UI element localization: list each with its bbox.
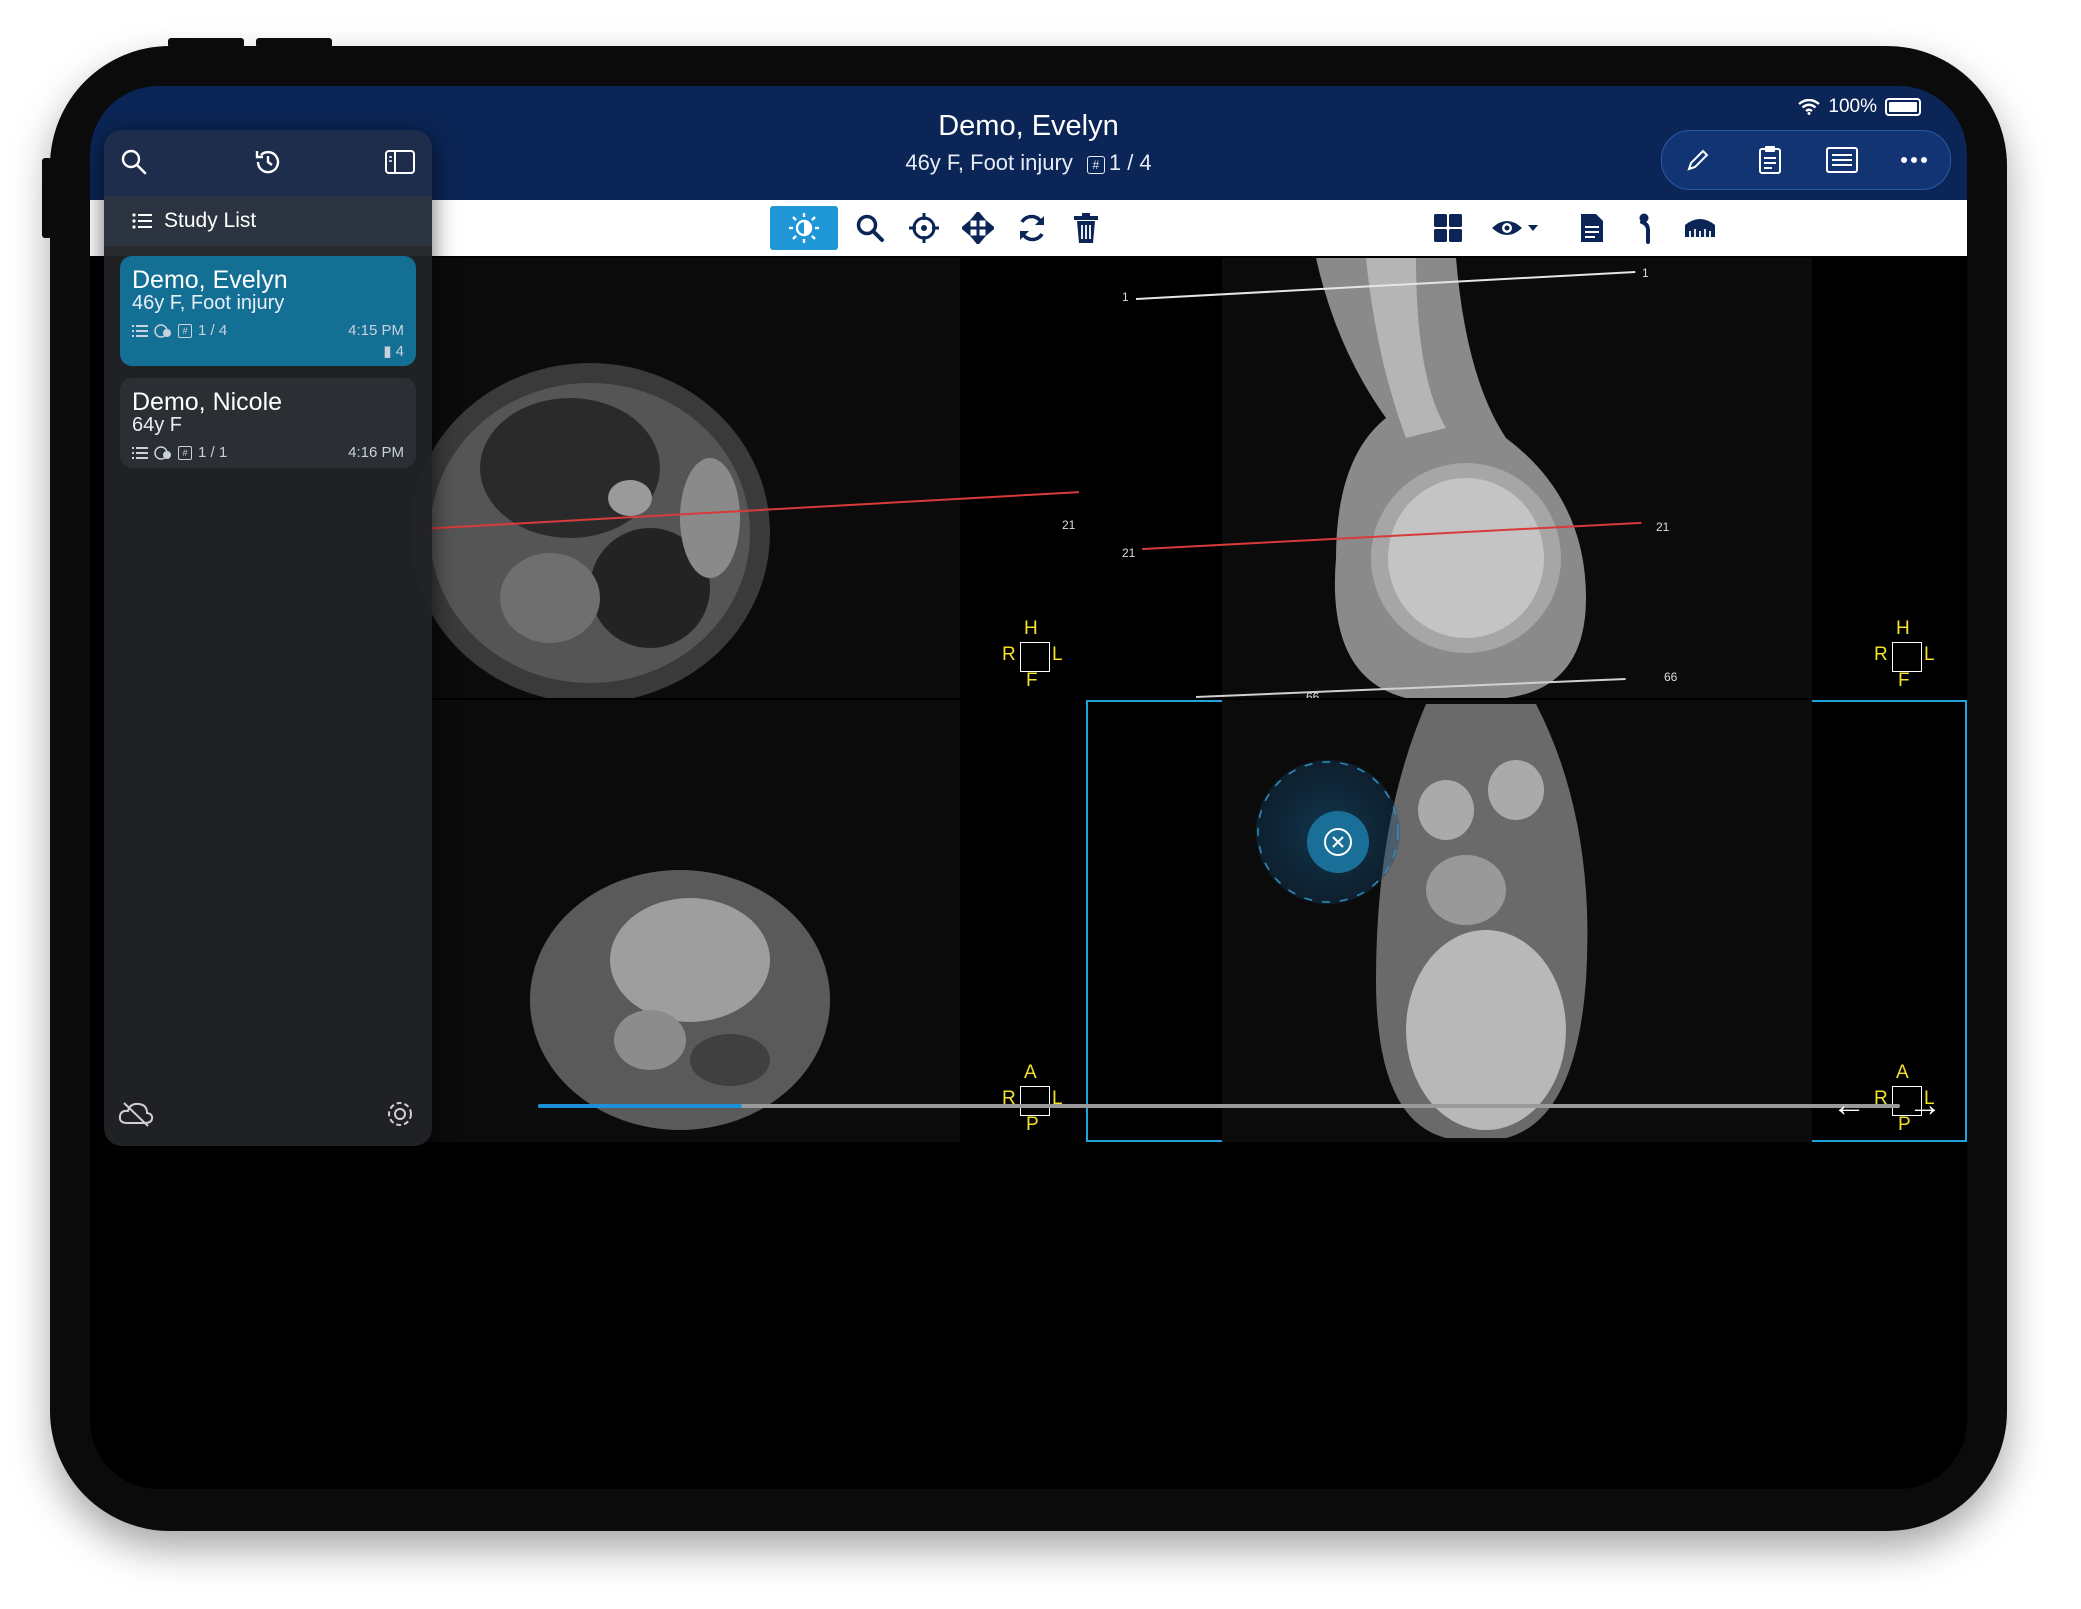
pan-icon[interactable] [950,206,1006,250]
study-time: 4:16 PM [348,444,404,461]
study-count-value: 4 [395,343,404,360]
arrow-right-icon[interactable]: → [1908,1086,1942,1125]
study-series: 1 / 4 [198,322,228,339]
cloud-offline-icon[interactable] [118,1096,154,1132]
orient-left: R [1874,644,1888,665]
study-list-panel: Study List Demo, Evelyn 46y F, Foot inju… [104,130,432,1146]
orient-top: H [1024,618,1038,639]
orient-bottom: F [1898,670,1910,691]
orient-top: A [1896,1062,1909,1083]
scrubber-progress [538,1104,743,1108]
list-icon [132,446,148,459]
scout-line-2-right: 21 [1656,520,1670,534]
orient-right: L [1924,644,1935,665]
orientation-marker: A R L P [1002,1062,1063,1135]
patient-info: 46y F, Foot injury [905,150,1073,175]
share-icon [154,323,171,338]
hardware-button [256,38,332,48]
orientation-box [1892,642,1922,672]
study-name: Demo, Evelyn [132,266,288,294]
study-name: Demo, Nicole [132,388,283,416]
orient-top: H [1896,618,1910,639]
hook-icon[interactable] [1618,206,1674,250]
crosshair-icon[interactable] [896,206,952,250]
battery-text: 100% [1828,96,1877,117]
study-series: 1 / 1 [198,444,228,461]
viewport-bottom-right[interactable]: A R L P [1086,700,1967,1142]
arrow-left-icon[interactable]: ← [1832,1086,1866,1125]
more-icon[interactable] [1897,143,1931,177]
study-info: 46y F, Foot injury [132,292,285,314]
series-index: 1 / 4 [1108,150,1152,175]
orient-bottom: P [1026,1114,1039,1135]
battery-icon [1885,98,1921,116]
orientation-marker: H R L F [1002,618,1063,691]
mri-anatomy-sagittal [1316,258,1586,698]
scout-line-label: 21 [1062,518,1076,532]
orient-bottom: F [1026,670,1038,691]
hardware-button [42,158,52,238]
images-icon: ▮ [383,343,392,360]
header-actions [1661,130,1951,190]
scout-line-1-left: 1 [1122,290,1129,304]
series-scrubber[interactable] [538,1104,1900,1108]
settings-gear-icon[interactable] [382,1096,418,1132]
series-hash-icon: # [178,445,192,460]
series-hash-icon: # [178,323,192,338]
close-icon[interactable] [1307,811,1369,873]
scout-line-1-right: 1 [1642,266,1649,280]
search-icon[interactable] [116,144,152,180]
status-bar: 100% [1798,96,1921,118]
orientation-marker: H R L F [1874,618,1935,691]
zoom-icon[interactable] [842,206,898,250]
orient-right: L [1052,644,1063,665]
scout-line-3-left: 66 [1306,690,1320,698]
study-time: 4:15 PM [348,322,404,339]
history-icon[interactable] [250,144,286,180]
study-card-nicole[interactable]: Demo, Nicole 64y F # 1 / 1 4:16 PM [120,378,416,468]
eye-dropdown-icon[interactable] [1480,206,1550,250]
layout-grid-icon[interactable] [1420,206,1476,250]
ruler-icon[interactable] [1672,206,1728,250]
mri-anatomy-axial-foot [1376,704,1588,1138]
clipboard-icon[interactable] [1753,143,1787,177]
scout-line-2-left: 21 [1122,546,1136,560]
share-icon [154,445,171,460]
viewport-top-right[interactable]: 1 1 21 21 66 66 H R L F [1086,258,1967,698]
study-list-header: Study List [104,196,432,246]
pencil-icon[interactable] [1681,143,1715,177]
sidebar-toggle-icon[interactable] [382,144,418,180]
hardware-button [168,38,244,48]
study-card-evelyn[interactable]: Demo, Evelyn 46y F, Foot injury # 1 / 4 … [120,256,416,366]
scout-line-3-right: 66 [1664,670,1678,684]
trash-icon[interactable] [1058,206,1114,250]
study-meta: # 1 / 4 [132,322,227,339]
orientation-box [1020,642,1050,672]
study-info: 64y F [132,414,183,436]
window-level-icon[interactable] [770,206,838,250]
wifi-icon [1798,99,1821,115]
orient-left: R [1002,644,1016,665]
orient-top: A [1024,1062,1037,1083]
study-list-title: Study List [164,209,257,232]
series-hash-icon: # [1086,156,1105,174]
screen: Demo, Evelyn 46y F, Foot injury #1 / 4 10… [90,86,1967,1489]
list-icon [132,213,152,229]
document-icon[interactable] [1564,206,1620,250]
orientation-box [1020,1086,1050,1116]
rotate-icon[interactable] [1004,206,1060,250]
list-icon [132,324,148,337]
report-icon[interactable] [1825,143,1859,177]
study-count: ▮ 4 [383,342,404,360]
sidebar-top-bar [104,130,432,196]
study-meta: # 1 / 1 [132,444,227,461]
